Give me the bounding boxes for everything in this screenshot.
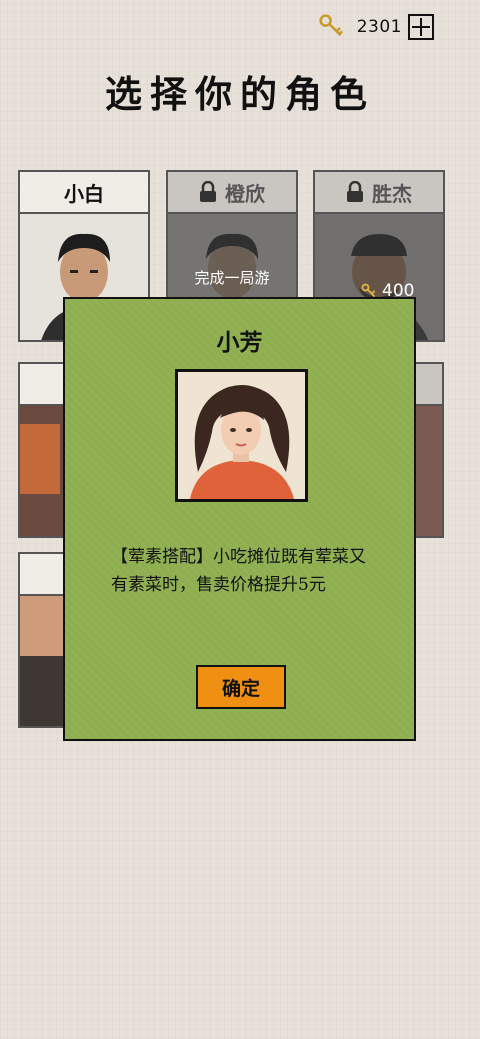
character-portrait [20, 424, 60, 494]
character-name: 橙欣 [168, 172, 296, 214]
page-title: 选择你的角色 [105, 72, 375, 116]
unlock-condition: 完成一局游 [194, 269, 270, 287]
currency-amount: 2301 [356, 17, 402, 37]
character-portrait [175, 369, 308, 502]
character-detail-dialog: 小芳 【荤素搭配】小吃摊位既有荤菜又有素菜时，售卖价格提升5元 确定 [63, 297, 416, 741]
character-name: 小白 [20, 172, 148, 214]
confirm-button[interactable]: 确定 [196, 665, 286, 709]
character-name [414, 364, 442, 406]
plus-box-icon[interactable] [408, 14, 434, 40]
character-name: 胜杰 [315, 172, 443, 214]
key-icon [319, 14, 343, 37]
lock-icon [200, 181, 216, 202]
dialog-title: 小芳 [216, 329, 263, 356]
lock-icon [347, 181, 363, 202]
character-card[interactable] [412, 362, 444, 538]
skill-description: 【荤素搭配】小吃摊位既有荤菜又有素菜时，售卖价格提升5元 [111, 547, 366, 595]
